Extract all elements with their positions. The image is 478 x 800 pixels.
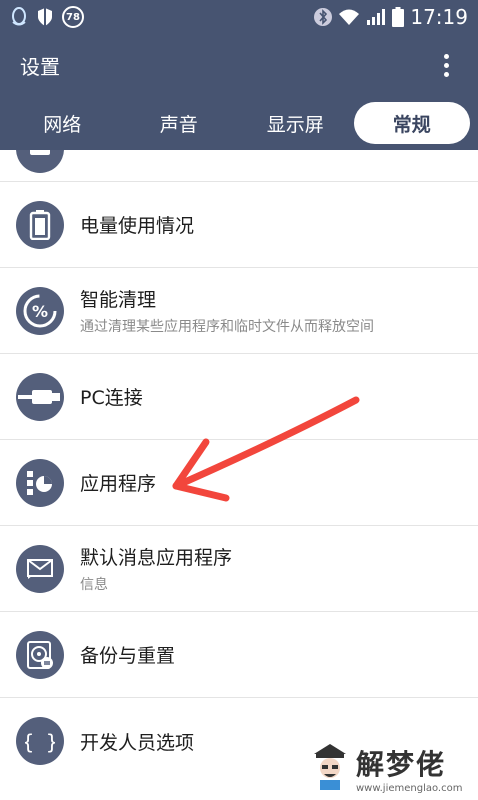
notification-badge: 78 xyxy=(62,6,84,28)
item-subtitle: 信息 xyxy=(80,577,108,593)
item-subtitle: 通过清理某些应用程序和临时文件从而释放空间 xyxy=(80,319,374,335)
usb-cable-icon xyxy=(16,372,64,421)
item-title: 默认消息应用程序 xyxy=(80,547,233,569)
bluetooth-icon xyxy=(314,7,333,27)
tab-sound[interactable]: 声音 xyxy=(121,102,238,144)
page-title: 设置 xyxy=(20,54,60,79)
item-title: 备份与重置 xyxy=(80,645,176,667)
more-vert-dot xyxy=(443,71,449,77)
watermark: 解梦佬 www.jiemenglao.com xyxy=(308,736,478,800)
battery-status-icon xyxy=(392,7,405,27)
battery-icon xyxy=(16,200,64,249)
list-item-pc-connection[interactable]: PC连接 xyxy=(0,354,478,440)
item-title: 开发人员选项 xyxy=(80,731,195,754)
tab-bar: 网络 声音 显示屏 常规 xyxy=(0,96,478,150)
message-envelope-icon xyxy=(16,544,64,593)
item-title: 智能清理 xyxy=(80,289,157,311)
list-item-battery-usage[interactable]: 电量使用情况 xyxy=(0,182,478,268)
list-item-smart-cleanup[interactable]: % 智能清理 通过清理某些应用程序和临时文件从而释放空间 xyxy=(0,268,478,354)
apps-grid-icon xyxy=(16,458,64,507)
overflow-menu-button[interactable] xyxy=(434,45,458,85)
list-item-applications[interactable]: 应用程序 xyxy=(0,440,478,526)
watermark-url: www.jiemenglao.com xyxy=(356,782,463,794)
status-time: 17:19 xyxy=(410,5,468,29)
qq-penguin-icon xyxy=(10,7,28,27)
wifi-icon xyxy=(338,8,360,26)
settings-list: 电量使用情况 % 智能清理 通过清理某些应用程序和临时文件从而释放空间 PC连接… xyxy=(0,150,478,784)
svg-text:{ }: { } xyxy=(25,730,55,754)
shield-icon xyxy=(36,7,54,27)
braces-icon: { } xyxy=(16,717,64,765)
tab-network[interactable]: 网络 xyxy=(4,102,121,144)
more-vert-dot xyxy=(443,62,449,68)
watermark-name: 解梦佬 xyxy=(356,747,447,781)
status-bar: 78 17:19 xyxy=(0,0,478,34)
backup-disk-icon xyxy=(16,630,64,679)
watermark-logo-icon xyxy=(308,740,352,796)
list-item-backup-reset[interactable]: 备份与重置 xyxy=(0,612,478,698)
tab-general[interactable]: 常规 xyxy=(353,102,470,144)
tab-display[interactable]: 显示屏 xyxy=(237,102,354,144)
partial-item-icon xyxy=(16,150,64,173)
svg-text:%: % xyxy=(32,302,48,321)
list-item-default-messaging-app[interactable]: 默认消息应用程序 信息 xyxy=(0,526,478,612)
app-bar: 设置 xyxy=(0,34,478,96)
more-vert-icon xyxy=(443,53,449,59)
item-title: 应用程序 xyxy=(80,473,157,495)
item-title: PC连接 xyxy=(80,387,143,409)
percent-cleanup-icon: % xyxy=(16,286,64,335)
item-title: 电量使用情况 xyxy=(80,215,195,237)
list-item-partial[interactable] xyxy=(0,150,478,182)
signal-icon xyxy=(366,8,386,26)
